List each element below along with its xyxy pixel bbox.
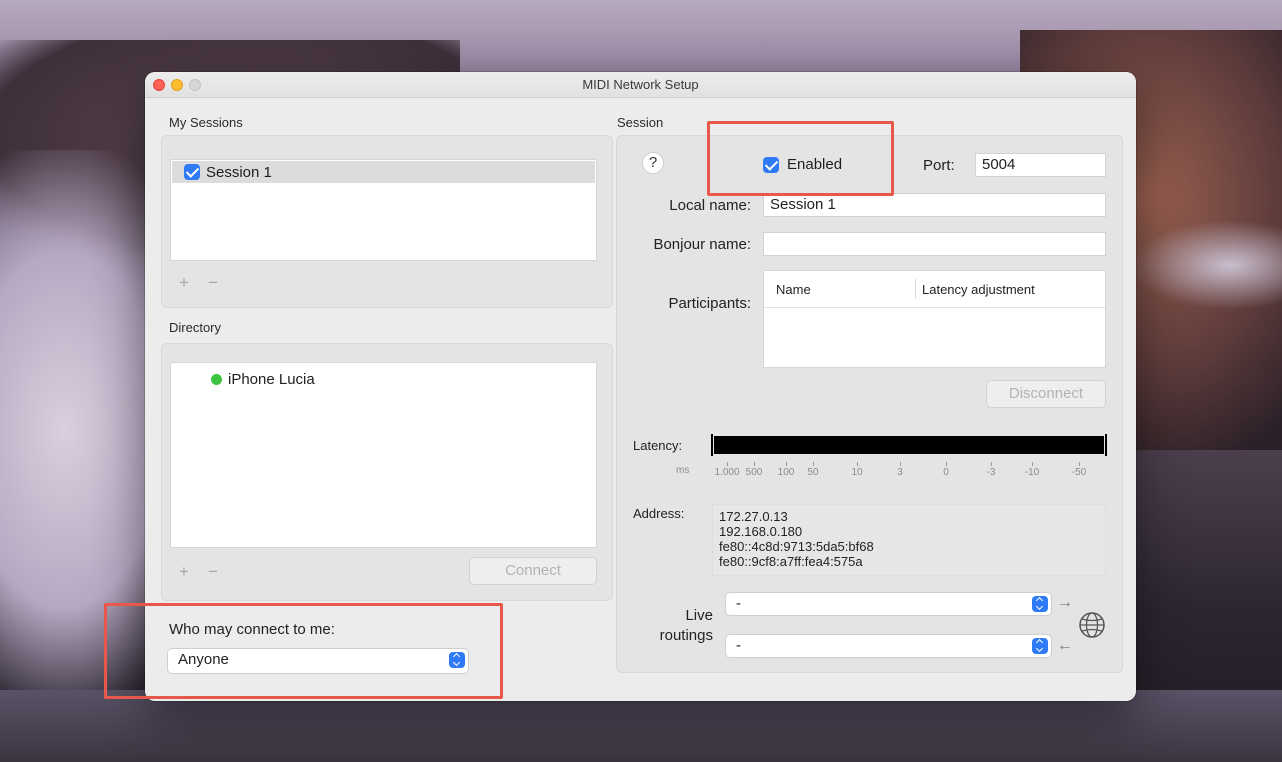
arrow-right-icon: → <box>1057 594 1073 611</box>
directory-list[interactable]: iPhone Lucia <box>170 362 597 548</box>
help-icon[interactable]: ? <box>642 152 664 174</box>
chevron-updown-icon <box>1032 596 1048 612</box>
session-name: Session 1 <box>206 163 272 181</box>
routing-out-value: - <box>736 595 741 612</box>
live-routings-label-line2: routings <box>659 627 713 644</box>
session-group: ? Enabled Port: 5004 Local name: Session… <box>616 135 1123 673</box>
device-name: iPhone Lucia <box>228 371 315 388</box>
participants-table-header: Name Latency adjustment <box>764 271 1105 308</box>
latency-ticks: 1.000 500 100 50 10 3 0 -3 -10 -50 <box>712 462 1107 481</box>
latency-bar-right-cap <box>1105 434 1107 456</box>
address-line: fe80::4c8d:9713:5da5:bf68 <box>719 539 874 554</box>
column-header-latency[interactable]: Latency adjustment <box>922 282 1035 297</box>
port-field[interactable]: 5004 <box>975 153 1106 177</box>
address-line: fe80::9cf8:a7ff:fea4:575a <box>719 554 863 569</box>
window-title: MIDI Network Setup <box>582 77 699 92</box>
directory-group: iPhone Lucia + − Connect <box>161 343 613 601</box>
latency-unit: ms <box>676 465 690 476</box>
latency-tick: 3 <box>880 462 920 478</box>
latency-label: Latency: <box>633 438 683 453</box>
latency-tick: -50 <box>1059 462 1099 478</box>
connect-button[interactable]: Connect <box>469 557 597 585</box>
participants-table[interactable]: Name Latency adjustment <box>763 270 1106 368</box>
remove-session-button[interactable]: − <box>208 273 218 293</box>
my-sessions-group: Session 1 + − <box>161 135 613 308</box>
live-routings-label-line1: Live <box>685 607 713 624</box>
add-directory-button[interactable]: + <box>179 562 189 582</box>
latency-tick: -3 <box>971 462 1011 478</box>
session-enabled-checkbox[interactable] <box>184 164 200 180</box>
local-name-label: Local name: <box>669 197 751 214</box>
latency-bar <box>714 436 1104 454</box>
online-status-icon <box>211 374 222 385</box>
column-header-name[interactable]: Name <box>776 282 811 297</box>
directory-label: Directory <box>169 320 222 335</box>
list-item[interactable]: Session 1 <box>172 161 595 183</box>
latency-tick: 10 <box>837 462 877 478</box>
sessions-list[interactable]: Session 1 <box>170 159 597 261</box>
latency-bar-left-cap <box>711 434 713 456</box>
who-may-connect-highlight-box <box>104 603 503 699</box>
port-label: Port: <box>923 157 955 174</box>
latency-tick: 50 <box>793 462 833 478</box>
participants-label: Participants: <box>668 295 751 312</box>
arrow-left-icon: ← <box>1057 637 1073 654</box>
disconnect-button[interactable]: Disconnect <box>986 380 1106 408</box>
list-item[interactable]: iPhone Lucia <box>211 371 315 388</box>
wallpaper-fog-right <box>1130 220 1282 310</box>
routing-out-select[interactable]: - <box>725 592 1052 616</box>
address-label: Address: <box>633 506 685 521</box>
my-sessions-label: My Sessions <box>169 115 243 130</box>
enabled-highlight-box <box>707 121 894 196</box>
latency-tick: 0 <box>926 462 966 478</box>
title-bar[interactable]: MIDI Network Setup <box>145 72 1136 98</box>
local-name-field[interactable]: Session 1 <box>763 193 1106 217</box>
routing-in-select[interactable]: - <box>725 634 1052 658</box>
bonjour-name-label: Bonjour name: <box>653 236 751 253</box>
routing-in-value: - <box>736 637 741 654</box>
add-session-button[interactable]: + <box>179 273 189 293</box>
globe-icon[interactable] <box>1077 610 1107 640</box>
address-line: 172.27.0.13 <box>719 509 788 524</box>
session-label: Session <box>617 115 664 130</box>
remove-directory-button[interactable]: − <box>208 562 218 582</box>
column-divider <box>915 279 916 299</box>
bonjour-name-field[interactable] <box>763 232 1106 256</box>
address-list: 172.27.0.13 192.168.0.180 fe80::4c8d:971… <box>712 504 1106 576</box>
latency-tick: -10 <box>1012 462 1052 478</box>
chevron-updown-icon <box>1032 638 1048 654</box>
address-line: 192.168.0.180 <box>719 524 803 539</box>
